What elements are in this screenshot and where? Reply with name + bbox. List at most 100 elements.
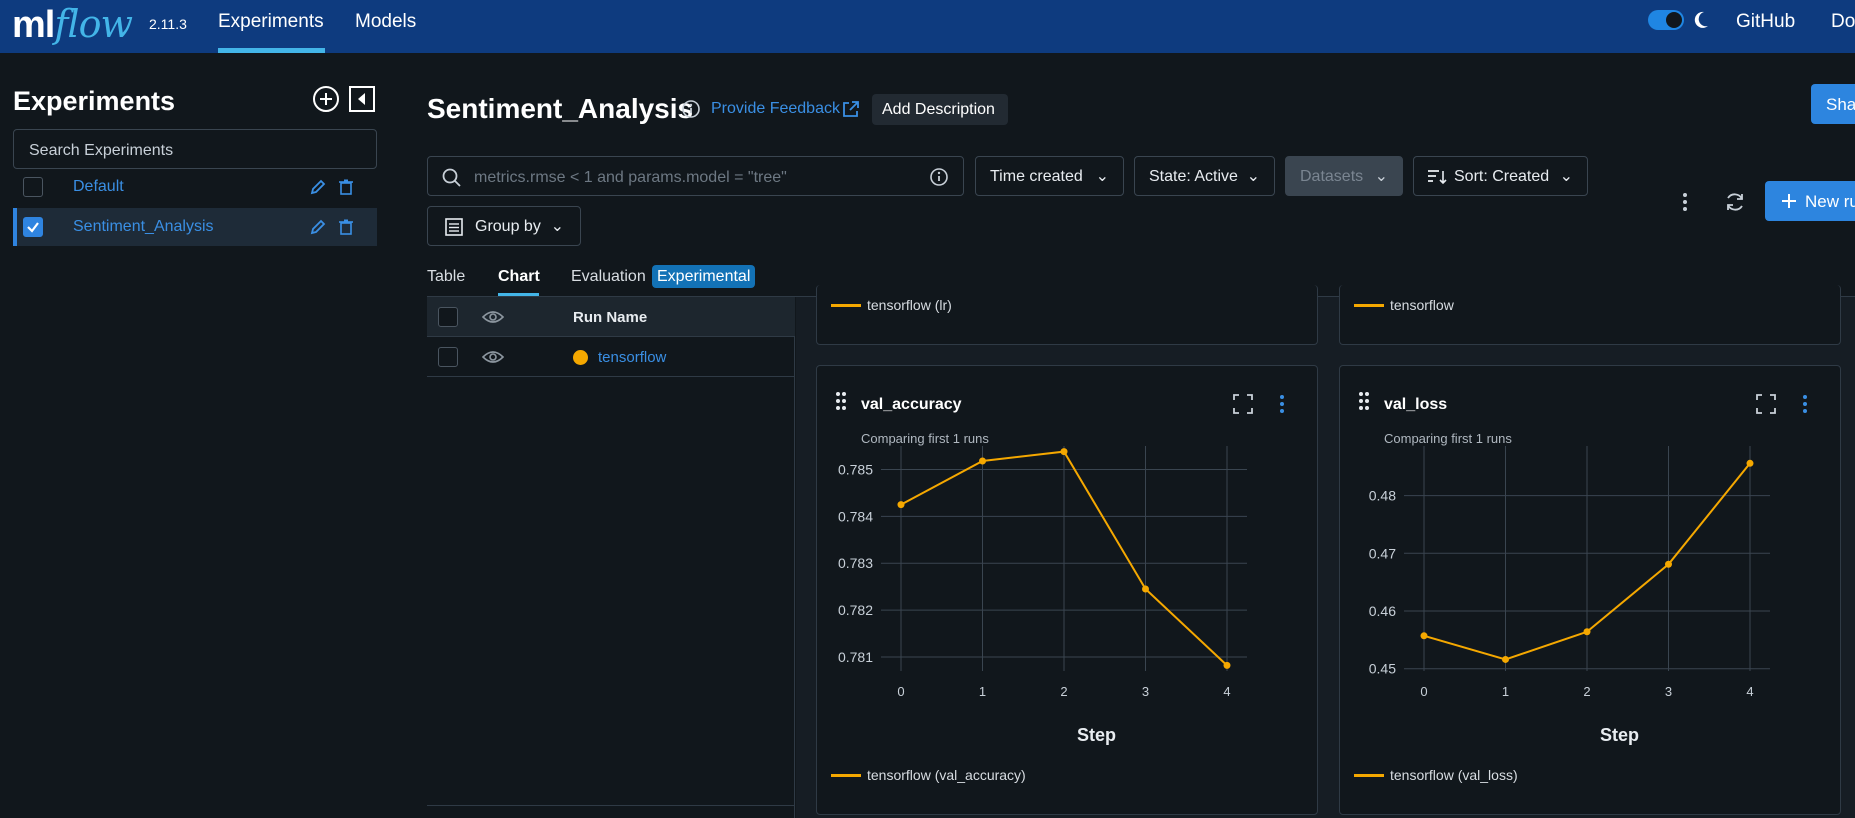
chart-card-lr: tensorflow (lr) [816, 285, 1318, 345]
eye-icon[interactable] [482, 309, 504, 325]
legend-swatch [1354, 304, 1384, 307]
table-footer-divider [427, 805, 795, 806]
chart-card-top-right: tensorflow [1339, 285, 1841, 345]
data-point [1142, 585, 1149, 593]
chevron-down-icon: ⌄ [1095, 168, 1109, 185]
data-point [1223, 661, 1231, 669]
add-experiment-icon[interactable] [312, 85, 340, 113]
info-icon[interactable] [681, 99, 701, 119]
x-tick-label: 4 [1223, 684, 1230, 699]
chart-card-val-loss: val_loss Comparing first 1 runs 0 1 2 3 4 0.4… [1339, 365, 1841, 815]
mlflow-logo[interactable]: mlflow [12, 2, 133, 47]
run-color-dot [573, 350, 588, 365]
eye-icon[interactable] [482, 349, 504, 365]
check-icon [27, 222, 39, 233]
moon-icon [1694, 11, 1708, 28]
legend-swatch [1354, 774, 1384, 777]
chevron-down-icon: ⌄ [1374, 168, 1388, 185]
sort-icon [1428, 170, 1447, 185]
table-header: Run Name [427, 297, 795, 337]
info-icon[interactable] [929, 167, 949, 187]
row-checkbox[interactable] [438, 347, 458, 367]
x-tick-label: 0 [897, 684, 904, 699]
tab-evaluation[interactable]: Evaluation [571, 268, 646, 286]
x-tick-label: 1 [1502, 684, 1509, 699]
x-tick-label: 2 [1060, 684, 1067, 699]
delete-icon[interactable] [339, 179, 353, 195]
y-tick-label: 0.48 [1369, 488, 1396, 504]
legend-label: tensorflow [1390, 297, 1454, 313]
y-tick-label: 0.45 [1369, 661, 1396, 677]
data-point [1583, 628, 1591, 636]
y-tick-label: 0.783 [838, 555, 873, 571]
legend-label: tensorflow (val_accuracy) [867, 767, 1026, 783]
val-accuracy-plot: 0 1 2 3 4 0.781 0.782 0.783 0.784 0.785 [838, 446, 1247, 699]
datasets-dropdown[interactable]: Datasets ⌄ [1285, 156, 1403, 196]
y-tick-label: 0.784 [838, 508, 873, 524]
select-all-checkbox[interactable] [438, 307, 458, 327]
sidebar-heading: Experiments [13, 86, 176, 116]
chevron-down-icon: ⌄ [1246, 168, 1260, 185]
time-created-dropdown[interactable]: Time created ⌄ [975, 156, 1124, 196]
legend-label: tensorflow (lr) [867, 297, 952, 313]
column-header-run-name[interactable]: Run Name [573, 309, 647, 326]
experiment-checkbox[interactable] [23, 177, 43, 197]
table-row: tensorflow [427, 337, 795, 377]
more-vertical-icon[interactable] [1678, 190, 1692, 214]
chevron-down-icon: ⌄ [1559, 168, 1573, 185]
y-tick-label: 0.781 [838, 649, 873, 665]
data-point [897, 501, 905, 509]
search-experiments-input[interactable]: Search Experiments [13, 129, 377, 169]
chart-card-val-accuracy: val_accuracy Comparing first 1 runs 0123… [816, 365, 1318, 815]
collapse-sidebar-icon[interactable] [348, 85, 376, 113]
y-tick-label: 0.782 [838, 602, 873, 618]
data-point [1746, 459, 1754, 467]
github-link[interactable]: GitHub [1736, 11, 1795, 33]
chevron-down-icon: ⌄ [550, 218, 564, 235]
external-link-icon[interactable] [841, 99, 861, 119]
theme-toggle[interactable] [1648, 10, 1684, 30]
legend-swatch [831, 774, 861, 777]
x-tick-label: 0 [1420, 684, 1427, 699]
experiment-checkbox[interactable] [23, 217, 43, 237]
docs-link[interactable]: Do [1831, 11, 1855, 33]
edit-icon[interactable] [309, 218, 327, 236]
search-icon [442, 168, 461, 187]
val-loss-plot: 0 1 2 3 4 0.45 0.46 0.47 0.48 [1369, 446, 1770, 699]
provide-feedback-link[interactable]: Provide Feedback [711, 100, 840, 118]
runs-table: Run Name tensorflow [427, 297, 795, 818]
plus-icon [1782, 194, 1796, 208]
page-title: Sentiment_Analysis [427, 93, 694, 124]
new-run-button[interactable]: New ru [1765, 181, 1855, 221]
legend-swatch [831, 304, 861, 307]
experimental-badge: Experimental [652, 265, 755, 288]
delete-icon[interactable] [339, 219, 353, 235]
add-description-button[interactable]: Add Description [872, 94, 1008, 125]
experiment-item-default[interactable]: Default [13, 168, 377, 206]
state-dropdown[interactable]: State: Active ⌄ [1134, 156, 1275, 196]
share-button[interactable]: Shar [1811, 84, 1855, 124]
x-tick-label: 3 [1142, 684, 1149, 699]
tab-chart[interactable]: Chart [498, 268, 540, 286]
y-tick-label: 0.47 [1369, 545, 1396, 561]
nav-experiments[interactable]: Experiments [218, 11, 324, 33]
version-label: 2.11.3 [149, 16, 187, 32]
data-point [1665, 560, 1672, 568]
edit-icon[interactable] [309, 178, 327, 196]
run-search-input[interactable]: metrics.rmse < 1 and params.model = "tre… [427, 156, 964, 196]
sort-dropdown[interactable]: Sort: Created ⌄ [1413, 156, 1588, 196]
run-search-placeholder: metrics.rmse < 1 and params.model = "tre… [474, 169, 787, 186]
experiment-name[interactable]: Default [73, 178, 124, 196]
group-by-dropdown[interactable]: Group by ⌄ [427, 206, 581, 246]
experiment-name[interactable]: Sentiment_Analysis [73, 218, 214, 236]
refresh-icon[interactable] [1724, 191, 1746, 213]
top-nav-bar: mlflow 2.11.3 Experiments Models GitHub … [0, 0, 1855, 53]
x-tick-label: 4 [1746, 684, 1753, 699]
nav-models[interactable]: Models [355, 11, 416, 33]
experiment-item-sentiment-analysis[interactable]: Sentiment_Analysis [13, 208, 377, 246]
run-name-link[interactable]: tensorflow [598, 349, 666, 366]
data-point [1502, 655, 1509, 663]
x-tick-label: 3 [1665, 684, 1672, 699]
tab-table[interactable]: Table [427, 268, 465, 286]
data-point [1420, 632, 1428, 640]
